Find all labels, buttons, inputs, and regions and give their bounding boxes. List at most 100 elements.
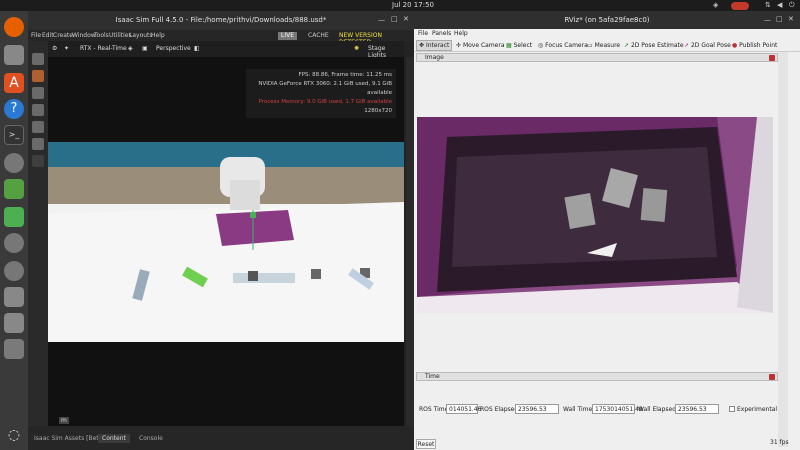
- snap-tool-icon[interactable]: [32, 138, 44, 150]
- isaac-window-title: Isaac Sim Full 4.5.0 - File:/home/prithv…: [28, 11, 414, 30]
- tool-publish-point[interactable]: ● Publish Point: [732, 42, 777, 49]
- time-panel-close-icon[interactable]: [769, 374, 775, 380]
- ros-elapsed-field[interactable]: 23596.53: [515, 404, 559, 414]
- tool-select[interactable]: ▦ Select: [506, 42, 532, 49]
- rotate-tool-icon[interactable]: [32, 104, 44, 116]
- trash-icon[interactable]: [4, 339, 24, 359]
- tab-isaac-assets[interactable]: Isaac Sim Assets [Beta]: [30, 434, 109, 443]
- image-panel-header: Image: [416, 53, 778, 62]
- simulation-viewport[interactable]: FPS: 88.86, Frame time: 11.25 ms NVIDIA …: [48, 57, 404, 426]
- volume-icon[interactable]: ◀: [777, 1, 782, 9]
- move-tool-icon[interactable]: [32, 87, 44, 99]
- notification-badge[interactable]: [731, 2, 749, 10]
- interact-icon: ✥: [419, 42, 425, 49]
- wall-time-label: Wall Time:: [563, 406, 595, 413]
- reset-button[interactable]: Reset: [416, 439, 436, 449]
- drive-secondary-icon[interactable]: [4, 313, 24, 333]
- drive-icon[interactable]: [4, 287, 24, 307]
- stage-lights-icon[interactable]: ✺: [354, 45, 359, 52]
- tool-move-camera[interactable]: ✢ Move Camera: [456, 42, 505, 49]
- gpu-stat: NVIDIA GeForce RTX 3060: 2.1 GiB used, 9…: [258, 81, 392, 96]
- menu-create[interactable]: Create: [53, 32, 73, 39]
- isaac-sim-icon[interactable]: [4, 179, 24, 199]
- resolution-stat: 1280x720: [364, 108, 392, 114]
- maximize-icon[interactable]: □: [391, 15, 398, 23]
- renderer-button[interactable]: RTX - Real-Time: [80, 45, 127, 52]
- close-icon[interactable]: ✕: [403, 15, 409, 23]
- viewport-settings-icon[interactable]: ⚙: [52, 45, 57, 52]
- select-icon: ▦: [506, 42, 512, 49]
- image-panel-close-icon[interactable]: [769, 55, 775, 61]
- rviz-menu-help[interactable]: Help: [454, 30, 468, 37]
- rviz-window-title: RViz* (on 5afa29fae8c0): [414, 11, 800, 29]
- settings-gear-icon[interactable]: [4, 233, 24, 253]
- app-center-icon[interactable]: A: [4, 73, 24, 93]
- isaac-bottom-tabs: Isaac Sim Assets [Beta] Content Console: [28, 426, 414, 450]
- tool-focus-camera-label: Focus Camera: [545, 42, 588, 49]
- tool-focus-camera[interactable]: ◎ Focus Camera: [538, 42, 588, 49]
- grey-cube-2: [311, 269, 321, 279]
- tab-console[interactable]: Console: [135, 434, 167, 443]
- network-status-icon[interactable]: ⇅: [765, 1, 771, 9]
- show-apps-icon[interactable]: ◌: [4, 425, 24, 445]
- move-camera-icon: ✢: [456, 42, 462, 49]
- select-tool-icon[interactable]: [32, 53, 44, 65]
- rviz-menu-file[interactable]: File: [418, 30, 428, 37]
- menu-edit[interactable]: Edit: [42, 32, 54, 39]
- render-settings-icon[interactable]: ◈: [128, 45, 133, 52]
- rviz-minimize-icon[interactable]: —: [764, 16, 771, 24]
- display-icon[interactable]: ◧: [194, 45, 200, 52]
- tool-move-camera-label: Move Camera: [462, 42, 505, 49]
- tab-content[interactable]: Content: [98, 434, 130, 443]
- tool-2d-goal-pose[interactable]: ➚ 2D Goal Pose: [684, 42, 731, 49]
- cache-button[interactable]: CACHE: [308, 32, 329, 39]
- wall-elapsed-field[interactable]: 23596.53: [675, 404, 719, 414]
- pointer-tool-icon[interactable]: [32, 70, 44, 82]
- camera-icon[interactable]: ▣: [142, 45, 148, 52]
- tool-2d-goal-pose-label: 2D Goal Pose: [690, 42, 731, 49]
- tool-2d-pose-estimate[interactable]: ➚ 2D Pose Estimate: [624, 42, 684, 49]
- firefox-icon[interactable]: [4, 17, 24, 37]
- isaac-sim-window: Isaac Sim Full 4.5.0 - File:/home/prithv…: [28, 11, 414, 450]
- isaac-menubar: File Edit Create Window Tools Utilities …: [28, 30, 414, 46]
- software-update-icon[interactable]: [4, 261, 24, 281]
- menu-layouts[interactable]: Layouts: [129, 32, 153, 39]
- system-top-bar: Jul 20 17:50 ◈ ⇅ ◀ ⏻: [0, 0, 800, 11]
- menu-file[interactable]: File: [31, 32, 41, 39]
- rviz-close-icon[interactable]: ✕: [788, 15, 794, 23]
- wall-time-field[interactable]: 1753014051.49: [592, 404, 643, 414]
- play-icon[interactable]: [32, 155, 44, 167]
- rviz-maximize-icon[interactable]: □: [776, 15, 783, 23]
- live-toggle[interactable]: LIVE: [278, 32, 298, 40]
- terminal-icon[interactable]: >_: [4, 125, 24, 145]
- viewport-stats-overlay: FPS: 88.86, Frame time: 11.25 ms NVIDIA …: [246, 69, 396, 118]
- minimize-icon[interactable]: —: [378, 16, 385, 24]
- rviz-menu-panels[interactable]: Panels: [432, 30, 451, 37]
- rviz-right-scrollbar[interactable]: [778, 52, 788, 447]
- scene-render: [48, 142, 404, 342]
- menu-help[interactable]: Help: [151, 32, 165, 39]
- ros-time-field[interactable]: 014051.46: [446, 404, 481, 414]
- menu-window[interactable]: Window: [72, 32, 96, 39]
- fps-stat: FPS: 88.86, Frame time: 11.25 ms: [298, 72, 392, 78]
- experimental-checkbox[interactable]: [729, 406, 735, 412]
- time-panel-row: ROS Time: 014051.46 ROS Elapsed: 23596.5…: [417, 403, 777, 417]
- viewport-toolbar: ⚙ ✦ RTX - Real-Time ◈ ▣ Perspective ◧ ✺ …: [48, 41, 404, 59]
- text-editor-icon[interactable]: [4, 207, 24, 227]
- scale-tool-icon[interactable]: [32, 121, 44, 133]
- power-icon[interactable]: ⏻: [789, 1, 795, 10]
- camera-button[interactable]: Perspective: [156, 45, 191, 52]
- tool-interact[interactable]: ✥ Interact: [416, 40, 453, 51]
- network-icon[interactable]: ◈: [713, 1, 718, 9]
- files-icon[interactable]: [4, 45, 24, 65]
- pose-estimate-arrow-icon: ➚: [624, 42, 630, 49]
- help-icon[interactable]: ?: [4, 99, 24, 119]
- rviz-fps: 31 fps: [770, 439, 789, 446]
- menu-tools[interactable]: Tools: [94, 32, 109, 39]
- isaac-right-scroll[interactable]: [406, 57, 414, 426]
- light-bulb-icon[interactable]: ✦: [64, 45, 69, 52]
- settings-icon[interactable]: [4, 153, 24, 173]
- tool-measure[interactable]: ▭ Measure: [587, 42, 620, 49]
- publish-point-pin-icon: ●: [732, 42, 738, 49]
- system-clock[interactable]: Jul 20 17:50: [392, 1, 434, 9]
